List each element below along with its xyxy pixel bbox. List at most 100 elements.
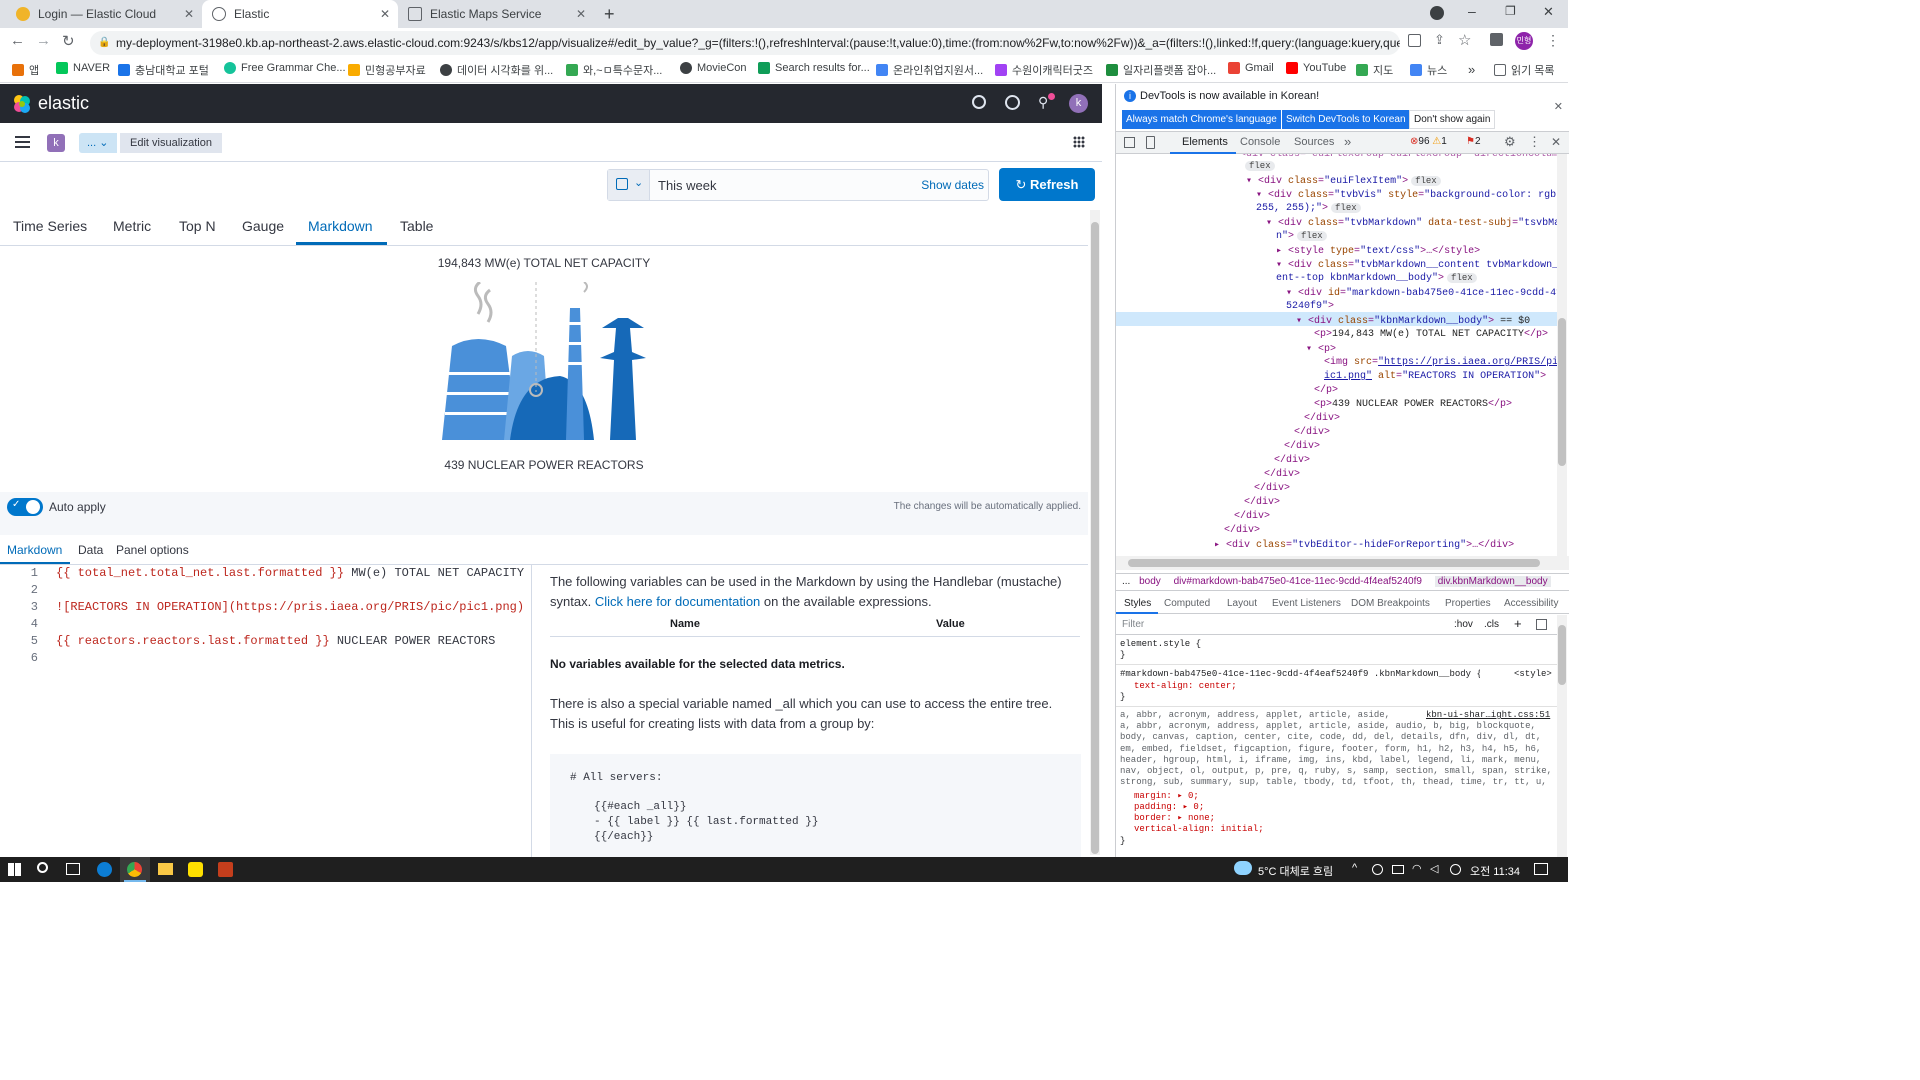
extensions-icon[interactable] — [1490, 33, 1503, 46]
profile-avatar[interactable]: 민형 — [1515, 32, 1533, 50]
inspect-icon[interactable] — [1124, 137, 1135, 148]
bookmark-gmail[interactable]: Gmail — [1228, 62, 1274, 74]
bookmark-cnu[interactable]: 충남대학교 포털 — [118, 62, 209, 78]
markdown-code-editor[interactable]: 1{{ total_net.total_net.last.formatted }… — [0, 565, 530, 857]
page-scrollbar[interactable] — [1090, 210, 1100, 855]
back-icon[interactable]: ← — [10, 32, 25, 49]
crumb-markdown-body[interactable]: div.kbnMarkdown__body — [1434, 576, 1551, 587]
clock[interactable]: 오전 11:34 — [1470, 863, 1520, 879]
rule-source-style[interactable]: <style> — [1514, 669, 1552, 680]
styles-scrollbar[interactable] — [1557, 615, 1567, 857]
chrome-taskbar-button[interactable] — [120, 857, 150, 882]
url-field[interactable]: 🔒 my-deployment-3198e0.kb.ap-northeast-2… — [90, 31, 1400, 55]
new-rule-icon[interactable]: + — [1514, 616, 1522, 631]
device-toolbar-icon[interactable] — [1146, 136, 1155, 149]
bookmark-grammar[interactable]: Free Grammar Che... — [224, 62, 346, 74]
forward-icon[interactable]: → — [36, 32, 51, 49]
bookmark-job-platform[interactable]: 일자리플랫폼 잡아... — [1106, 62, 1216, 78]
user-avatar[interactable]: k — [1069, 94, 1088, 113]
tray-app-icon[interactable] — [1372, 864, 1383, 875]
bookmark-dataviz[interactable]: 데이터 시각화를 위... — [440, 62, 553, 78]
tab-time-series[interactable]: Time Series — [13, 218, 87, 234]
elastic-logo-icon[interactable] — [12, 94, 32, 114]
tab-top-n[interactable]: Top N — [179, 218, 216, 234]
close-window-icon[interactable]: ✕ — [1543, 4, 1554, 20]
browser-tab-maps[interactable]: Elastic Maps Service ✕ — [398, 0, 594, 28]
tab-dom-breakpoints[interactable]: DOM Breakpoints — [1351, 598, 1430, 609]
crumb-ellipsis[interactable]: ... — [1122, 576, 1130, 587]
hov-toggle[interactable]: :hov — [1454, 619, 1473, 630]
refresh-button[interactable]: ↻ Refresh — [999, 168, 1095, 201]
ime-icon[interactable] — [1450, 864, 1461, 875]
close-banner-icon[interactable]: ✕ — [1554, 100, 1563, 113]
close-devtools-icon[interactable]: ✕ — [1551, 135, 1561, 149]
windows-start-icon[interactable] — [8, 863, 21, 876]
dont-show-button[interactable]: Don't show again — [1409, 110, 1496, 129]
settings-gear-icon[interactable]: ⚙ — [1504, 134, 1516, 150]
devtools-menu-icon[interactable]: ⋮ — [1528, 134, 1541, 150]
space-avatar[interactable]: k — [47, 134, 65, 152]
padding-property[interactable]: padding: ▸ 0; — [1134, 802, 1204, 813]
edge-icon[interactable] — [97, 862, 112, 877]
dom-hscrollbar[interactable] — [1116, 556, 1569, 570]
switch-korean-button[interactable]: Switch DevTools to Korean — [1282, 110, 1410, 129]
bookmark-news[interactable]: 뉴스 — [1410, 62, 1447, 78]
tab-event-listeners[interactable]: Event Listeners — [1272, 598, 1341, 609]
tab-gauge[interactable]: Gauge — [242, 218, 284, 234]
weather-cloud-icon[interactable] — [1234, 861, 1252, 875]
auto-apply-toggle[interactable]: ✓ — [7, 498, 43, 516]
editor-split-divider[interactable] — [531, 565, 532, 857]
news-feed-icon[interactable]: ⚲ — [1038, 94, 1048, 111]
bookmark-search-results[interactable]: Search results for... — [758, 62, 870, 74]
margin-property[interactable]: margin: ▸ 0; — [1134, 791, 1199, 802]
dom-scrollbar[interactable] — [1557, 154, 1567, 556]
show-dates-link[interactable]: Show dates — [921, 178, 984, 192]
tab-properties[interactable]: Properties — [1445, 598, 1491, 609]
close-tab-icon[interactable]: ✕ — [184, 7, 194, 21]
match-language-button[interactable]: Always match Chrome's language — [1122, 110, 1281, 129]
chrome-menu-icon[interactable]: ⋮ — [1546, 32, 1560, 49]
powerpoint-icon[interactable] — [218, 862, 233, 877]
search-icon[interactable] — [37, 862, 48, 873]
elastic-brand[interactable]: elastic — [38, 93, 89, 114]
computed-sidebar-icon[interactable] — [1536, 619, 1547, 630]
bookmark-moviecon[interactable]: MovieCon — [680, 62, 747, 74]
tab-layout[interactable]: Layout — [1227, 598, 1257, 609]
tab-elements[interactable]: Elements — [1182, 136, 1228, 148]
quick-select-button[interactable]: ⌄ — [608, 170, 650, 200]
wifi-icon[interactable]: ◠ — [1412, 862, 1422, 875]
tab-styles[interactable]: Styles — [1124, 598, 1151, 609]
new-tab-icon[interactable]: + — [604, 4, 615, 25]
browser-tab-login[interactable]: Login — Elastic Cloud ✕ — [6, 0, 202, 28]
editor-tab-data[interactable]: Data — [78, 543, 103, 557]
bookmarks-more[interactable]: » — [1468, 62, 1475, 77]
task-view-icon[interactable] — [66, 863, 80, 875]
tab-search-icon[interactable] — [1430, 6, 1444, 20]
editor-tab-markdown[interactable]: Markdown — [7, 543, 62, 557]
tab-console[interactable]: Console — [1240, 136, 1280, 148]
border-property[interactable]: border: ▸ none; — [1134, 813, 1215, 824]
documentation-link[interactable]: Click here for documentation — [595, 594, 760, 609]
tab-markdown[interactable]: Markdown — [308, 218, 373, 234]
dom-tree[interactable]: <div class="euiFlexGroup euiFlexGroup--d… — [1116, 154, 1557, 556]
bookmark-youtube[interactable]: YouTube — [1286, 62, 1346, 74]
minimize-icon[interactable]: – — [1468, 3, 1476, 19]
file-explorer-icon[interactable] — [158, 863, 173, 875]
editor-tab-panel-options[interactable]: Panel options — [116, 543, 189, 557]
browser-tab-elastic[interactable]: Elastic ✕ — [202, 0, 398, 28]
kakaotalk-icon[interactable] — [188, 862, 203, 877]
vertical-align-property[interactable]: vertical-align: initial; — [1134, 824, 1264, 835]
weather-text[interactable]: 5°C 대체로 흐림 — [1258, 863, 1333, 879]
notification-center-icon[interactable] — [1534, 863, 1548, 875]
apps-grid-icon[interactable] — [1073, 136, 1085, 148]
bookmark-maps[interactable]: 지도 — [1356, 62, 1393, 78]
bookmark-naver[interactable]: NAVER — [56, 62, 110, 74]
volume-icon[interactable]: ◁ — [1430, 862, 1438, 875]
styles-filter-input[interactable]: Filter — [1122, 619, 1144, 630]
tab-table[interactable]: Table — [400, 218, 433, 234]
translate-icon[interactable] — [1408, 34, 1421, 47]
bookmark-special-chars[interactable]: 와,~ㅁ특수문자... — [566, 62, 662, 78]
help-icon[interactable] — [1005, 95, 1020, 110]
menu-icon[interactable] — [15, 136, 30, 148]
breadcrumb-collapsed[interactable]: ... ⌄ — [79, 133, 117, 153]
